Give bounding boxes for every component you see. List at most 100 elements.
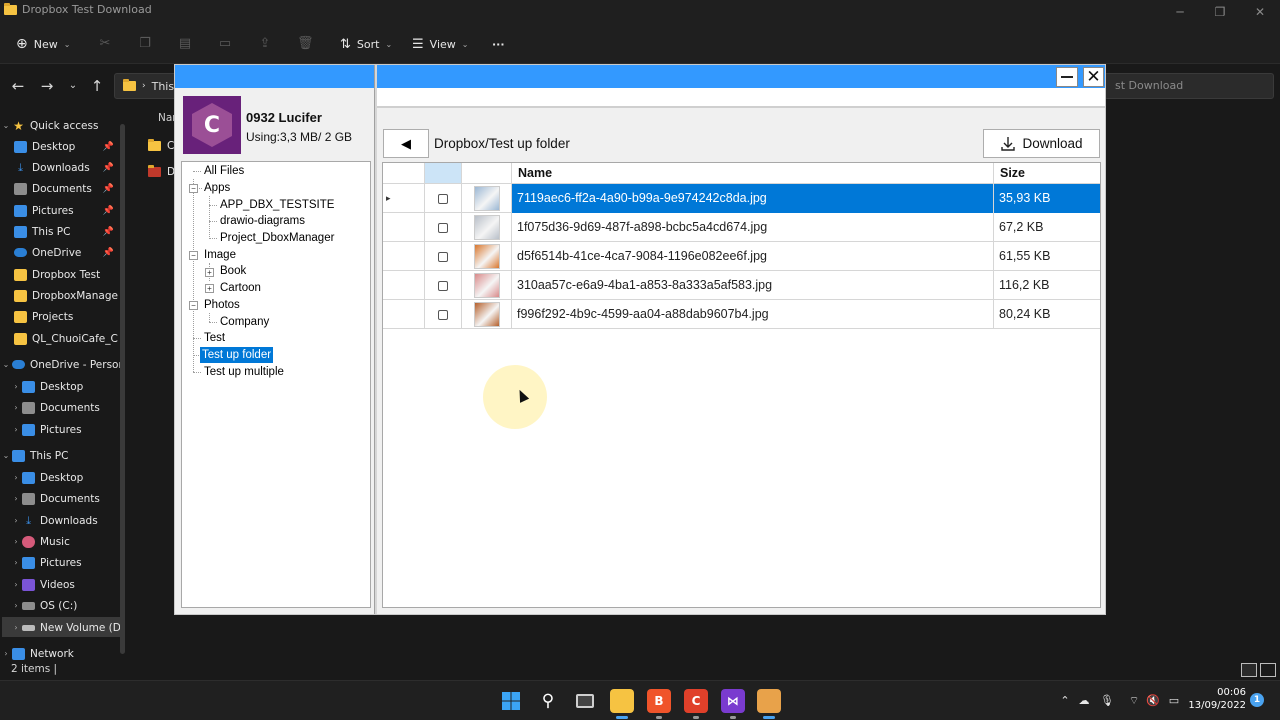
onedrive-cloud-icon[interactable]: ☁: [1076, 693, 1092, 709]
up-arrow-icon[interactable]: ↑: [87, 76, 107, 96]
window-title-bar[interactable]: [377, 65, 1105, 88]
table-row[interactable]: 310aa57c-e6a9-4ba1-a853-8a333a5af583.jpg…: [383, 271, 1100, 300]
task-view-icon[interactable]: [573, 689, 597, 713]
tree-node-apps[interactable]: Apps: [202, 180, 232, 196]
download-button[interactable]: Download: [983, 129, 1100, 158]
nav-pc-desktop[interactable]: › Desktop: [0, 467, 124, 488]
search-input[interactable]: st Download: [1104, 73, 1274, 99]
row-checkbox[interactable]: [438, 193, 448, 204]
close-button[interactable]: ✕: [1083, 67, 1104, 87]
column-header-thumbnail[interactable]: [462, 163, 512, 184]
table-row[interactable]: d5f6514b-41ce-4ca7-9084-1196e082ee6f.jpg…: [383, 242, 1100, 271]
column-header-name[interactable]: Name: [512, 163, 994, 184]
nav-quick-access[interactable]: ⌄ ★ Quick access: [0, 115, 124, 136]
nav-item-documents[interactable]: Documents 📌: [0, 178, 124, 199]
row-header[interactable]: [383, 271, 425, 300]
back-button[interactable]: ◀: [383, 129, 429, 158]
view-button[interactable]: ☰ View ⌄: [412, 33, 468, 55]
forward-arrow-icon[interactable]: →: [37, 76, 57, 96]
nav-item-ql-chuoicafe[interactable]: QL_ChuoiCafe_C: [0, 328, 124, 349]
row-select-cell[interactable]: [425, 213, 462, 242]
nav-pc-music[interactable]: › Music: [0, 531, 124, 552]
nav-item-dropbox-test[interactable]: Dropbox Test: [0, 264, 124, 285]
row-checkbox[interactable]: [438, 251, 448, 262]
tree-node-image[interactable]: Image: [202, 247, 238, 263]
close-icon[interactable]: ✕: [1240, 0, 1280, 24]
nav-od-desktop[interactable]: › Desktop: [0, 376, 124, 397]
table-row[interactable]: 1f075d36-9d69-487f-a898-bcbc5a4cd674.jpg…: [383, 213, 1100, 242]
recent-chevron-icon[interactable]: ⌄: [63, 76, 83, 96]
cut-icon[interactable]: ✂: [97, 36, 113, 52]
tree-node-test[interactable]: Test: [202, 330, 227, 346]
start-icon[interactable]: [499, 689, 523, 713]
delete-icon[interactable]: 🗑: [297, 36, 314, 52]
row-checkbox[interactable]: [438, 309, 448, 320]
table-row[interactable]: ▸ 7119aec6-ff2a-4a90-b99a-9e974242c8da.jp…: [383, 184, 1100, 213]
new-button[interactable]: ⊕ New ⌄: [16, 33, 70, 55]
back-arrow-icon[interactable]: ←: [8, 76, 28, 96]
microphone-icon[interactable]: 🎙: [1099, 693, 1115, 709]
collapse-icon[interactable]: −: [189, 184, 198, 193]
nav-item-dropboxmanager[interactable]: DropboxManage: [0, 285, 124, 306]
collapse-icon[interactable]: −: [189, 251, 198, 260]
rename-icon[interactable]: ▭: [217, 36, 233, 52]
row-select-cell[interactable]: [425, 242, 462, 271]
nav-pc-documents[interactable]: › Documents: [0, 488, 124, 509]
tree-node-all-files[interactable]: All Files: [202, 163, 246, 179]
dropbox-manager-app-icon[interactable]: [757, 689, 781, 719]
current-row-indicator-icon[interactable]: ▸: [383, 184, 425, 213]
file-explorer-icon[interactable]: [610, 689, 634, 719]
row-header[interactable]: [383, 213, 425, 242]
nav-pc-os-c[interactable]: › OS (C:): [0, 595, 124, 616]
expand-icon[interactable]: +: [205, 268, 214, 277]
sort-button[interactable]: ⇅ Sort ⌄: [340, 33, 392, 55]
nav-item-downloads[interactable]: ⤓ Downloads 📌: [0, 157, 124, 178]
row-header[interactable]: [383, 242, 425, 271]
tiles-view-icon[interactable]: [1260, 663, 1276, 677]
tree-node-test-up-multiple[interactable]: Test up multiple: [202, 364, 286, 380]
brave-browser-icon[interactable]: B: [647, 689, 671, 719]
nav-this-pc[interactable]: ⌄ This PC: [0, 445, 124, 466]
file-name-cell[interactable]: d5f6514b-41ce-4ca7-9084-1196e082ee6f.jpg: [512, 242, 994, 271]
nav-item-onedrive[interactable]: OneDrive 📌: [0, 242, 124, 263]
nav-scrollbar[interactable]: [120, 124, 125, 654]
nav-onedrive-personal[interactable]: ⌄ OneDrive - Person: [0, 354, 124, 375]
row-checkbox[interactable]: [438, 222, 448, 233]
tray-chevron-icon[interactable]: ⌃: [1057, 693, 1073, 709]
row-checkbox[interactable]: [438, 280, 448, 291]
file-name-cell[interactable]: 7119aec6-ff2a-4a90-b99a-9e974242c8da.jpg: [512, 184, 994, 213]
nav-pc-videos[interactable]: › Videos: [0, 574, 124, 595]
expand-icon[interactable]: +: [205, 284, 214, 293]
row-header[interactable]: [383, 300, 425, 329]
volume-muted-icon[interactable]: 🔇: [1145, 693, 1161, 709]
nav-item-desktop[interactable]: Desktop 📌: [0, 136, 124, 157]
tree-node-cartoon[interactable]: Cartoon: [218, 280, 263, 296]
column-header-select[interactable]: [425, 163, 462, 184]
nav-pc-new-volume-d[interactable]: › New Volume (D:: [0, 617, 124, 638]
notification-badge[interactable]: 1: [1250, 693, 1264, 707]
tree-node-app-dbx-testsite[interactable]: APP_DBX_TESTSITE: [218, 197, 336, 213]
search-icon[interactable]: ⚲: [536, 689, 560, 713]
collapse-icon[interactable]: −: [189, 301, 198, 310]
row-select-cell[interactable]: [425, 271, 462, 300]
tree-node-test-up-folder[interactable]: Test up folder: [200, 347, 274, 363]
file-name-cell[interactable]: 310aa57c-e6a9-4ba1-a853-8a333a5af583.jpg: [512, 271, 994, 300]
file-name-cell[interactable]: 1f075d36-9d69-487f-a898-bcbc5a4cd674.jpg: [512, 213, 994, 242]
row-select-cell[interactable]: [425, 300, 462, 329]
nav-item-pictures[interactable]: Pictures 📌: [0, 200, 124, 221]
tree-node-book[interactable]: Book: [218, 263, 248, 279]
column-header-size[interactable]: Size: [994, 163, 1100, 184]
nav-pc-downloads[interactable]: › ⤓ Downloads: [0, 510, 124, 531]
minimize-button[interactable]: [1056, 67, 1078, 87]
tree-node-company[interactable]: Company: [218, 314, 271, 330]
taskbar-clock[interactable]: 00:06 13/09/2022: [1186, 686, 1246, 712]
details-view-icon[interactable]: [1241, 663, 1257, 677]
nav-od-pictures[interactable]: › Pictures: [0, 419, 124, 440]
table-row[interactable]: f996f292-4b9c-4599-aa04-a88dab9607b4.jpg…: [383, 300, 1100, 329]
panel-splitter[interactable]: [374, 65, 377, 614]
battery-icon[interactable]: ▭: [1166, 693, 1182, 709]
row-select-cell[interactable]: [425, 184, 462, 213]
nav-od-documents[interactable]: › Documents: [0, 397, 124, 418]
nav-item-projects[interactable]: Projects: [0, 306, 124, 327]
tree-node-drawio-diagrams[interactable]: drawio-diagrams: [218, 213, 307, 229]
